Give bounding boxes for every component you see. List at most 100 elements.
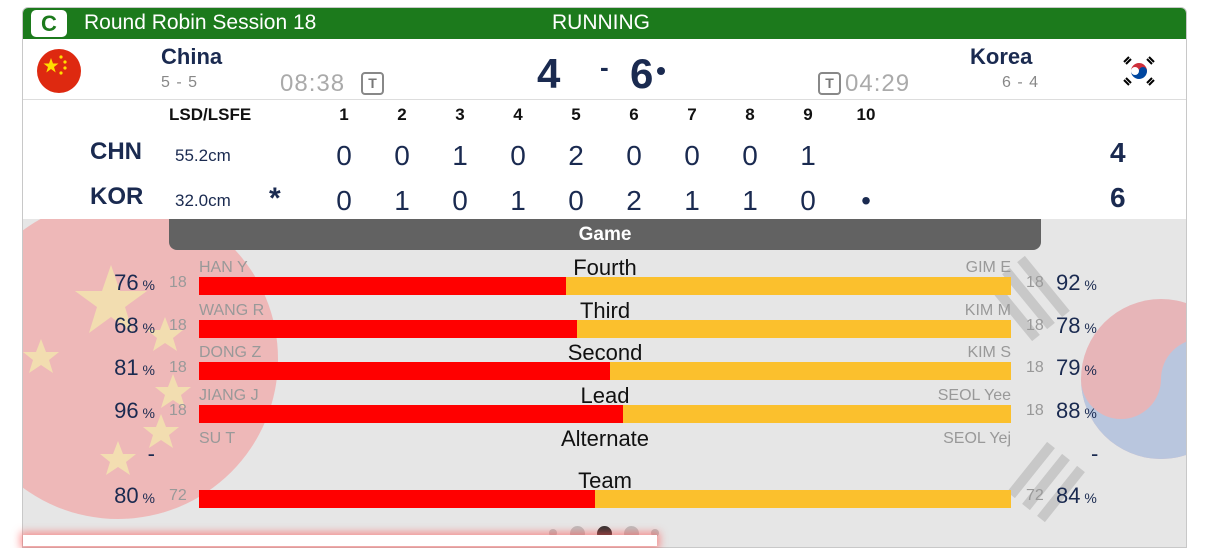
home-end-score: 0 <box>394 140 410 171</box>
percent-sign: % <box>138 362 155 378</box>
away-shot-count: 72 <box>1026 487 1044 504</box>
game-stats-panel: Game Fourth HAN Y GIM E 76 % 18 18 92 % Third WA… <box>23 219 1186 547</box>
end-header: 6 <box>629 105 639 124</box>
home-player-name: JIANG J <box>199 387 259 404</box>
away-end-score: 1 <box>684 185 700 216</box>
position-label: Alternate <box>560 426 650 451</box>
away-shot-count: 18 <box>1026 402 1044 419</box>
home-end-score: 1 <box>800 140 816 171</box>
home-percentage-value: - <box>147 441 155 466</box>
home-percentage-value: 96 <box>114 398 139 423</box>
away-percentage: 88 % <box>1056 398 1097 424</box>
away-end-score: 0 <box>800 185 816 216</box>
end-header: 5 <box>571 105 581 124</box>
percent-sign: % <box>138 405 155 421</box>
home-percentage: 68 % <box>114 313 155 339</box>
percent-sign: % <box>1080 362 1097 378</box>
home-shot-count: 18 <box>169 402 187 419</box>
away-percentage-value: - <box>1091 441 1099 466</box>
title-bar: C Round Robin Session 18 RUNNING <box>23 8 1186 39</box>
away-percentage-value: 88 <box>1056 398 1081 423</box>
away-shot-count: 18 <box>1026 274 1044 291</box>
hammer-asterisk-icon: * <box>269 182 281 215</box>
away-percentage-value: 84 <box>1056 483 1081 508</box>
away-percentage: 92 % <box>1056 270 1097 296</box>
home-code: CHN <box>90 138 142 165</box>
home-percentage: 76 % <box>114 270 155 296</box>
home-share-fill <box>199 320 577 338</box>
away-player-name: KIM S <box>967 344 1011 361</box>
session-title: Round Robin Session 18 <box>84 11 317 34</box>
home-end-score: 0 <box>626 140 642 171</box>
game-status: RUNNING <box>552 11 650 34</box>
end-header: 1 <box>339 105 349 124</box>
home-shot-count: 18 <box>169 317 187 334</box>
divider <box>23 99 1186 100</box>
home-percentage-value: 76 <box>114 270 139 295</box>
home-shot-count: 72 <box>169 487 187 504</box>
home-share-fill <box>199 277 566 295</box>
away-end-score: 1 <box>510 185 526 216</box>
game-tab-header[interactable]: Game <box>169 219 1041 250</box>
home-player-name: SU T <box>199 430 236 447</box>
comparison-bar <box>199 362 1011 380</box>
away-score: 6 <box>630 50 654 97</box>
away-player-name: GIM E <box>965 259 1011 276</box>
home-percentage: 80 % <box>114 483 155 509</box>
home-player-name: HAN Y <box>199 259 248 276</box>
comparison-bar <box>199 405 1011 423</box>
home-share-fill <box>199 405 623 423</box>
home-timeout-icon[interactable]: T <box>361 72 384 95</box>
away-end-score: • <box>861 185 871 216</box>
home-shot-count: 18 <box>169 359 187 376</box>
hammer-indicator <box>657 67 665 75</box>
comparison-bar <box>199 490 1011 508</box>
score-separator: - <box>600 52 609 82</box>
home-end-score: 2 <box>568 140 584 171</box>
home-share-fill <box>199 362 610 380</box>
comparison-bar <box>199 277 1011 295</box>
percent-sign: % <box>1080 490 1097 506</box>
away-lsd: 32.0cm <box>175 191 231 210</box>
away-player-name: SEOL Yej <box>943 430 1011 447</box>
percent-sign: % <box>138 320 155 336</box>
away-percentage: 78 % <box>1056 313 1097 339</box>
home-player-name: WANG R <box>199 302 265 319</box>
end-header: 4 <box>513 105 523 124</box>
home-end-score: 1 <box>452 140 468 171</box>
away-team-name: Korea <box>970 44 1033 69</box>
home-share-fill <box>199 490 595 508</box>
home-clock: 08:38 <box>280 70 346 97</box>
away-team-record: 6 - 4 <box>1002 74 1040 91</box>
away-end-score: 1 <box>742 185 758 216</box>
lsd-header: LSD/LSFE <box>169 105 252 124</box>
away-shot-count: 18 <box>1026 317 1044 334</box>
home-percentage: 96 % <box>114 398 155 424</box>
home-total: 4 <box>1110 137 1126 168</box>
away-code: KOR <box>90 183 144 210</box>
home-lsd: 55.2cm <box>175 146 231 165</box>
home-percentage: - <box>148 441 155 467</box>
away-shot-count: 18 <box>1026 359 1044 376</box>
away-percentage: 84 % <box>1056 483 1097 509</box>
home-percentage: 81 % <box>114 355 155 381</box>
end-header: 3 <box>455 105 465 124</box>
away-timeout-icon[interactable]: T <box>818 72 841 95</box>
korea-flag-icon <box>1117 49 1161 93</box>
home-team-record: 5 - 5 <box>161 74 199 91</box>
away-percentage-value: 92 <box>1056 270 1081 295</box>
home-score: 4 <box>537 50 561 97</box>
percent-sign: % <box>1080 405 1097 421</box>
percent-sign: % <box>1080 277 1097 293</box>
end-header: 7 <box>687 105 697 124</box>
discipline-badge: C <box>31 10 67 37</box>
end-header: 8 <box>745 105 755 124</box>
china-flag-icon <box>37 49 81 93</box>
home-end-score: 0 <box>510 140 526 171</box>
away-percentage-value: 79 <box>1056 355 1081 380</box>
away-clock: 04:29 <box>845 70 911 97</box>
away-end-score: 0 <box>568 185 584 216</box>
scoreboard-card: C Round Robin Session 18 RUNNING China 5… <box>22 7 1187 548</box>
away-percentage: - <box>1091 441 1098 467</box>
home-percentage-value: 81 <box>114 355 139 380</box>
